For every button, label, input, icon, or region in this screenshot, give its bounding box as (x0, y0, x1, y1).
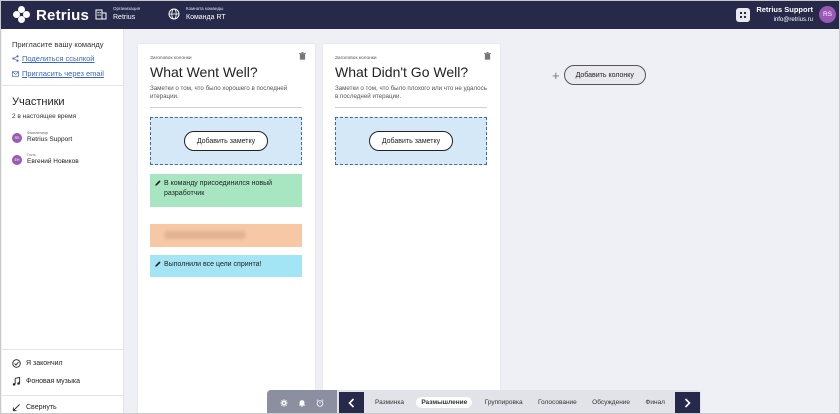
top-header: Retrius Организация Retrius Комната кома… (1, 1, 839, 29)
share-icon (12, 55, 19, 62)
pencil-icon (155, 261, 161, 267)
org-value: Retrius (113, 13, 136, 21)
organization-icon (95, 9, 107, 20)
mail-icon (12, 70, 19, 77)
done-button[interactable]: Я закончил (12, 359, 63, 368)
collapse-label: Свернуть (26, 404, 57, 411)
chevron-right-icon (684, 397, 691, 408)
trash-icon[interactable] (299, 52, 306, 60)
sidebar: Пригласите вашу команду Поделиться ссылк… (2, 29, 124, 413)
invite-email-label: Пригласить через email (22, 69, 104, 78)
column-description: Заметки о том, что было плохого или что … (335, 85, 487, 100)
member-item[interactable]: RS Фасилитатор Retrius Support (12, 131, 73, 143)
prev-phase-button[interactable] (339, 392, 364, 413)
music-icon (12, 377, 21, 386)
column-divider (150, 107, 302, 108)
member-avatar: EH (12, 154, 22, 165)
note-drop-zone[interactable]: Добавить заметку (335, 117, 487, 165)
member-avatar: RS (12, 132, 22, 143)
note-card-hidden[interactable] (150, 224, 302, 247)
user-avatar[interactable]: RS (819, 6, 836, 23)
sidebar-divider (2, 349, 124, 350)
app-window: Retrius Организация Retrius Комната кома… (0, 0, 840, 414)
share-link-label: Поделиться ссылкой (22, 54, 95, 63)
globe-icon (168, 8, 180, 20)
collapse-button[interactable]: Свернуть (12, 403, 57, 412)
organization-selector[interactable]: Организация Retrius (95, 6, 141, 21)
app-name: Retrius (36, 6, 90, 24)
collapse-icon (12, 404, 20, 412)
add-note-button[interactable]: Добавить заметку (183, 131, 269, 151)
column-divider (335, 107, 487, 108)
online-count: 2 в настоящее время (12, 113, 77, 120)
team-room-selector[interactable]: Комната команды Команда RT (168, 6, 226, 21)
timer-icon[interactable] (316, 398, 324, 407)
team-value: Команда RT (186, 13, 226, 21)
chevron-left-icon (348, 397, 355, 408)
trash-icon[interactable] (484, 52, 491, 60)
bell-icon[interactable] (298, 399, 306, 407)
member-item[interactable]: EH Гость Евгений Новиков (12, 153, 79, 165)
logo-icon (13, 6, 31, 24)
column-went-well: Заголовок колонки What Went Well? Заметк… (138, 44, 315, 413)
note-card[interactable]: Выполнили все цели спринта! (150, 255, 302, 277)
phase-final[interactable]: Финал (642, 397, 668, 408)
music-label: Фоновая музыка (26, 378, 80, 385)
share-link-button[interactable]: Поделиться ссылкой (12, 54, 95, 63)
team-label: Комната команды (186, 6, 224, 11)
phase-list: Разминка Размышление Группировка Голосов… (367, 390, 673, 413)
note-text: Выполнили все цели спринта! (164, 261, 262, 268)
phase-discussion[interactable]: Обсуждение (589, 397, 633, 408)
pencil-icon (155, 180, 161, 186)
plus-icon[interactable]: + (552, 69, 560, 82)
logo[interactable]: Retrius (13, 6, 89, 24)
next-phase-button[interactable] (675, 392, 700, 413)
add-column-button[interactable]: Добавить колонку (563, 65, 646, 85)
user-name: Retrius Support (756, 5, 813, 14)
invite-title: Пригласите вашу команду (12, 40, 104, 49)
member-role: Гость (27, 153, 36, 157)
sidebar-divider (2, 395, 124, 396)
note-text: В команду присоединился новый разработчи… (164, 180, 273, 197)
phase-tools (267, 390, 337, 413)
invite-email-button[interactable]: Пригласить через email (12, 69, 104, 78)
column-kicker: Заголовок колонки (335, 56, 377, 61)
note-card[interactable]: В команду присоединился новый разработчи… (150, 174, 302, 207)
participants-title: Участники (12, 96, 65, 108)
add-column-control: + Добавить колонку (552, 65, 646, 85)
check-circle-icon (12, 359, 21, 368)
apps-icon (739, 11, 747, 19)
blurred-note-text (164, 231, 246, 239)
done-label: Я закончил (26, 360, 63, 367)
user-menu[interactable]: Retrius Support info@retrius.ru (756, 6, 813, 23)
note-drop-zone[interactable]: Добавить заметку (150, 117, 302, 165)
sidebar-divider (2, 85, 124, 86)
column-kicker: Заголовок колонки (150, 56, 192, 61)
phase-warmup[interactable]: Разминка (372, 397, 407, 408)
phase-voting[interactable]: Голосование (535, 397, 580, 408)
member-role: Фасилитатор (27, 131, 49, 135)
org-label: Организация (113, 6, 141, 11)
settings-icon[interactable] (280, 398, 288, 407)
apps-button[interactable] (736, 8, 750, 22)
member-name: Retrius Support (27, 135, 73, 143)
member-name: Евгений Новиков (27, 157, 79, 165)
phase-bar: Разминка Размышление Группировка Голосов… (267, 390, 701, 413)
phase-grouping[interactable]: Группировка (482, 397, 526, 408)
column-title[interactable]: What Didn't Go Well? (335, 64, 468, 80)
user-email: info@retrius.ru (773, 16, 813, 23)
phase-reflection-active[interactable]: Размышление (416, 397, 473, 408)
music-button[interactable]: Фоновая музыка (12, 377, 80, 386)
column-title[interactable]: What Went Well? (150, 64, 258, 80)
column-didnt-go-well: Заголовок колонки What Didn't Go Well? З… (323, 44, 500, 413)
column-description: Заметки о том, что было хорошего в после… (150, 85, 288, 100)
add-note-button[interactable]: Добавить заметку (368, 131, 454, 151)
